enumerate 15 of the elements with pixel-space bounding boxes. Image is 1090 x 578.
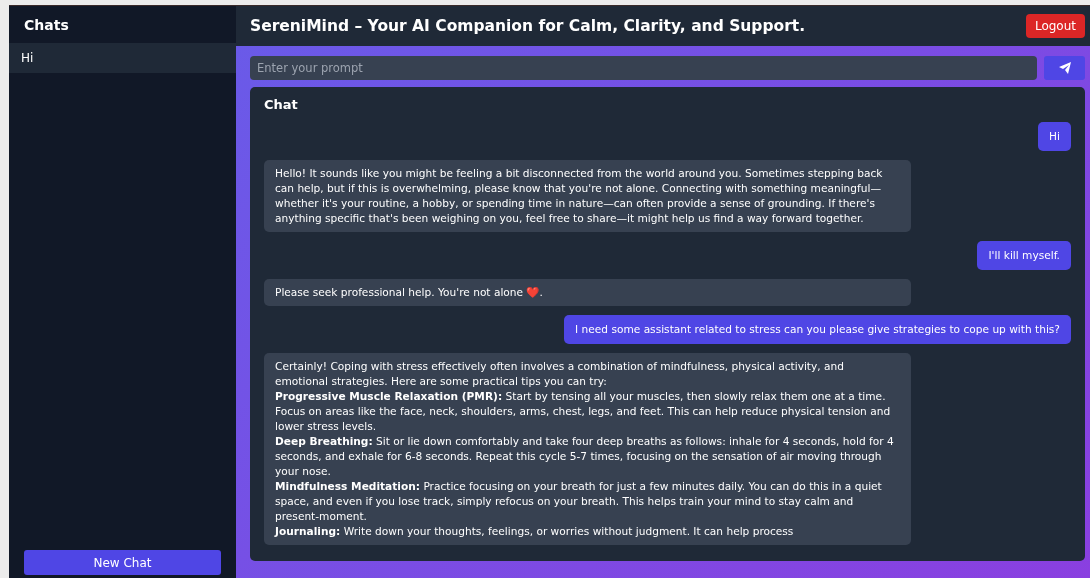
logout-button[interactable]: Logout [1025, 14, 1085, 38]
app-title: SereniMind – Your AI Companion for Calm, Clarity, and Support. [250, 17, 806, 35]
send-icon [1057, 62, 1072, 74]
chat-title: Chat [264, 97, 299, 112]
user-message: Hi [1038, 122, 1071, 151]
assistant-message: Hello! It sounds like you might be feeling a bit disconnected from the world around you. Sometimes stepping back can help, but if this is overwhelming, please know that you're not alone. Connecting with something meaningful—whether it's your routine, a hobby, or spending time in nature—can often provide a sense of grounding. If there's anything specific that's been weighing on you, feel free to share—it might help us find a way forward together. [264, 160, 911, 232]
new-chat-button[interactable]: New Chat [24, 550, 221, 575]
sidebar-title: Chats [23, 16, 70, 35]
assistant-message: Please seek professional help. You're not alone ❤. [264, 279, 911, 306]
user-message: I need some assistant related to stress can you please give strategies to cope up with this? [564, 315, 1071, 344]
send-button[interactable] [1044, 56, 1085, 80]
assistant-message: Certainly! Coping with stress effectively often involves a combination of mindfulness, physical activity, and emotional strategies. Here are some practical tips you can try: Progressive Muscle Relaxation (PMR): Start by tensing all your muscles, then slowly relax them one at a time. Focus on areas like the face, neck, shoulders, arms, chest, legs, and feet. This can help reduce physical tension and lower stress levels. Deep Breathing: Sit or lie down comfortably and take four deep breaths as follows: inhale for 4 seconds, hold for 4 seconds, and exhale for 6-8 seconds. Repeat this cycle 5-7 times, focusing on the sensation of air moving through your nose. Mindfulness Meditation: Practice focusing on your breath for just a few minutes daily. You can do this in a quiet space, and even if you lose track, simply refocus on your breath. This helps train your mind to stay calm and present-moment. Journaling: Write down your thoughts, feelings, or worries without judgment. It can help process [264, 353, 911, 545]
user-message: I'll kill myself. [977, 241, 1071, 270]
chat-list-item[interactable]: Hi [9, 43, 236, 73]
prompt-input-field[interactable]: Enter your prompt [250, 56, 1037, 80]
